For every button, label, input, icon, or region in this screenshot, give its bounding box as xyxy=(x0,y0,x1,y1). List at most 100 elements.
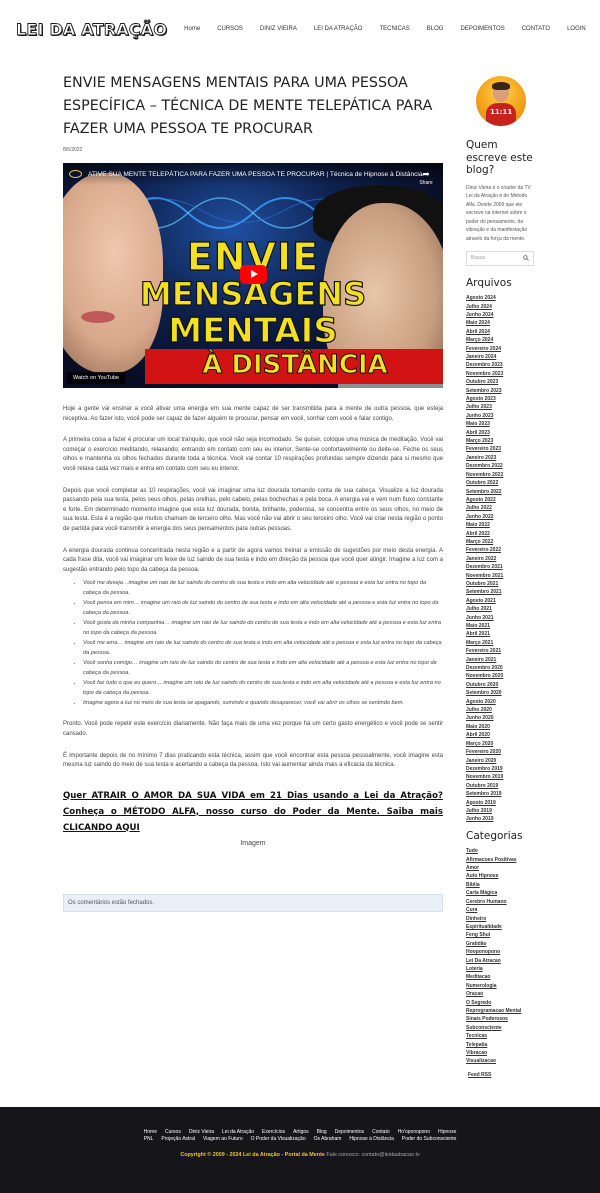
category-link[interactable]: Reprogramacao Mental xyxy=(466,1007,538,1015)
category-link[interactable]: Dinheiro xyxy=(466,915,538,923)
archive-link[interactable]: Julho 2019 xyxy=(466,807,538,815)
category-link[interactable]: O Segredo xyxy=(466,999,538,1007)
archive-link[interactable]: Dezembro 2022 xyxy=(466,462,538,470)
category-link[interactable]: Cerebro Humano xyxy=(466,898,538,906)
archive-link[interactable]: Outubro 2020 xyxy=(466,681,538,689)
share-button[interactable]: ➦ Share xyxy=(417,169,435,186)
category-link[interactable]: Lei Da Atracao xyxy=(466,957,538,965)
archive-link[interactable]: Abril 2020 xyxy=(466,731,538,739)
footer-link[interactable]: Artigos xyxy=(293,1129,309,1135)
nav-depoimentos[interactable]: DEPOIMENTOS xyxy=(460,26,504,32)
archive-link[interactable]: Julho 2021 xyxy=(466,605,538,613)
archive-link[interactable]: Março 2020 xyxy=(466,740,538,748)
archive-link[interactable]: Fevereiro 2020 xyxy=(466,748,538,756)
archive-link[interactable]: Fevereiro 2023 xyxy=(466,445,538,453)
archive-link[interactable]: Setembro 2019 xyxy=(466,790,538,798)
archive-link[interactable]: Setembro 2021 xyxy=(466,588,538,596)
footer-link[interactable]: Contato xyxy=(372,1129,390,1135)
archive-link[interactable]: Janeiro 2024 xyxy=(466,353,538,361)
category-link[interactable]: Visualizacao xyxy=(466,1057,538,1065)
archive-link[interactable]: Abril 2023 xyxy=(466,429,538,437)
course-cta-link[interactable]: Quer ATRAIR O AMOR DA SUA VIDA em 21 Dia… xyxy=(63,788,443,836)
archive-link[interactable]: Janeiro 2020 xyxy=(466,757,538,765)
archive-link[interactable]: Outubro 2023 xyxy=(466,378,538,386)
archive-link[interactable]: Abril 2021 xyxy=(466,630,538,638)
footer-link[interactable]: Viagem ao Futuro xyxy=(203,1136,243,1142)
archive-link[interactable]: Abril 2022 xyxy=(466,530,538,538)
archive-link[interactable]: Outubro 2019 xyxy=(466,782,538,790)
category-link[interactable]: Espiritualidade xyxy=(466,923,538,931)
category-link[interactable]: Loteria xyxy=(466,965,538,973)
category-link[interactable]: Bíblia xyxy=(466,881,538,889)
archive-link[interactable]: Julho 2020 xyxy=(466,706,538,714)
archive-link[interactable]: Fevereiro 2024 xyxy=(466,345,538,353)
category-link[interactable]: Tecnicas xyxy=(466,1032,538,1040)
archive-link[interactable]: Junho 2022 xyxy=(466,513,538,521)
archive-link[interactable]: Junho 2024 xyxy=(466,311,538,319)
archive-link[interactable]: Dezembro 2023 xyxy=(466,361,538,369)
category-link[interactable]: Vibracao xyxy=(466,1049,538,1057)
category-link[interactable]: Oracao xyxy=(466,990,538,998)
archive-link[interactable]: Outubro 2022 xyxy=(466,479,538,487)
archive-link[interactable]: Dezembro 2020 xyxy=(466,664,538,672)
footer-link[interactable]: Hipnose à Distância xyxy=(349,1136,393,1142)
archive-link[interactable]: Agosto 2022 xyxy=(466,496,538,504)
category-link[interactable]: Subconsciente xyxy=(466,1024,538,1032)
category-link[interactable]: Feng Shui xyxy=(466,931,538,939)
archive-link[interactable]: Agosto 2020 xyxy=(466,698,538,706)
nav-cursos[interactable]: CURSOS xyxy=(217,26,243,32)
archive-link[interactable]: Setembro 2023 xyxy=(466,387,538,395)
footer-link[interactable]: Poder do Subconsciente xyxy=(402,1136,456,1142)
footer-link[interactable]: Blog xyxy=(317,1129,327,1135)
archive-link[interactable]: Julho 2023 xyxy=(466,403,538,411)
video-title[interactable]: ATIVE SUA MENTE TELEPÁTICA PARA FAZER UM… xyxy=(88,171,423,178)
archive-link[interactable]: Março 2024 xyxy=(466,336,538,344)
nav-home[interactable]: Home xyxy=(184,26,200,32)
archive-link[interactable]: Dezembro 2021 xyxy=(466,563,538,571)
category-link[interactable]: Auto Hipnose xyxy=(466,872,538,880)
archive-link[interactable]: Novembro 2019 xyxy=(466,773,538,781)
footer-link[interactable]: Hipnose xyxy=(438,1129,456,1135)
category-link[interactable]: Sinais Poderosos xyxy=(466,1015,538,1023)
archive-link[interactable]: Agosto 2023 xyxy=(466,395,538,403)
archive-link[interactable]: Setembro 2020 xyxy=(466,689,538,697)
contact-email[interactable]: Fale conosco: contato@leidaatracao.tv xyxy=(326,1152,419,1158)
archive-link[interactable]: Maio 2024 xyxy=(466,319,538,327)
category-link[interactable]: Hooponopono xyxy=(466,948,538,956)
nav-login[interactable]: LOGIN xyxy=(567,26,586,32)
archive-link[interactable]: Novembro 2022 xyxy=(466,471,538,479)
nav-diniz-vieira[interactable]: DINIZ VIEIRA xyxy=(260,26,297,32)
archive-link[interactable]: Setembro 2022 xyxy=(466,488,538,496)
search-icon[interactable] xyxy=(523,255,529,262)
archive-link[interactable]: Maio 2022 xyxy=(466,521,538,529)
footer-link[interactable]: Home xyxy=(144,1129,157,1135)
archive-link[interactable]: Fevereiro 2021 xyxy=(466,647,538,655)
footer-link[interactable]: PNL xyxy=(144,1136,154,1142)
channel-icon[interactable] xyxy=(69,170,82,178)
archive-link[interactable]: Junho 2019 xyxy=(466,815,538,823)
archive-link[interactable]: Maio 2021 xyxy=(466,622,538,630)
archive-link[interactable]: Janeiro 2023 xyxy=(466,454,538,462)
footer-link[interactable]: Depoimentos xyxy=(335,1129,364,1135)
category-link[interactable]: Gratidão xyxy=(466,940,538,948)
archive-link[interactable]: Abril 2024 xyxy=(466,328,538,336)
archive-link[interactable]: Novembro 2023 xyxy=(466,370,538,378)
archive-link[interactable]: Novembro 2020 xyxy=(466,672,538,680)
archive-link[interactable]: Agosto 2019 xyxy=(466,799,538,807)
nav-lei-da-atracao[interactable]: LEI DA ATRAÇÃO xyxy=(314,26,363,32)
archive-link[interactable]: Julho 2024 xyxy=(466,303,538,311)
footer-link[interactable]: Projeção Astral xyxy=(161,1136,195,1142)
category-link[interactable]: Carta Mágica xyxy=(466,889,538,897)
footer-link[interactable]: Cursos xyxy=(165,1129,181,1135)
sidebar-search[interactable]: Busca xyxy=(466,250,534,266)
video-embed[interactable]: ATIVE SUA MENTE TELEPÁTICA PARA FAZER UM… xyxy=(63,163,443,388)
footer-link[interactable]: Ho'oponopono xyxy=(398,1129,430,1135)
archive-link[interactable]: Dezembro 2019 xyxy=(466,765,538,773)
category-link[interactable]: Numerologia xyxy=(466,982,538,990)
site-logo[interactable]: LEI DA ATRAÇÃO xyxy=(16,19,168,39)
archive-link[interactable]: Fevereiro 2022 xyxy=(466,546,538,554)
archive-link[interactable]: Agosto 2024 xyxy=(466,294,538,302)
nav-blog[interactable]: BLOG xyxy=(427,26,444,32)
category-link[interactable]: Telepatia xyxy=(466,1041,538,1049)
archive-link[interactable]: Janeiro 2022 xyxy=(466,555,538,563)
